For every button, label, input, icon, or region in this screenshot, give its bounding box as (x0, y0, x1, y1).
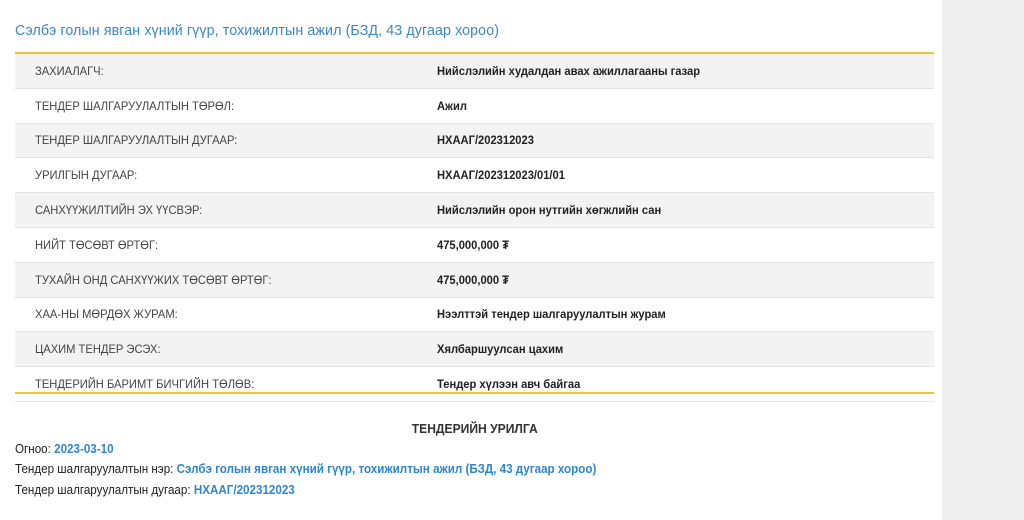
row-value-e-tender: Хялбаршуулсан цахим (437, 342, 564, 357)
table-row: ЦАХИМ ТЕНДЕР ЭСЭХ: Хялбаршуулсан цахим (15, 331, 934, 368)
table-row: САНХҮҮЖИЛТИЙН ЭХ ҮҮСВЭР: Нийслэлийн орон… (15, 192, 934, 228)
invitation-name-value[interactable]: Сэлбэ голын явган хүний гүүр, тохижилтын… (177, 462, 597, 476)
row-label-procedure: ХАА-НЫ МӨРДӨХ ЖУРАМ: (35, 307, 178, 322)
row-label-total-budget: НИЙТ ТӨСӨВТ ӨРТӨГ: (35, 237, 159, 252)
row-value-tender-number: НХААГ/202312023 (437, 133, 534, 148)
table-bottom-divider (15, 392, 934, 394)
table-row: ЗАХИАЛАГЧ: Нийслэлийн худалдан авах ажил… (15, 54, 934, 89)
invitation-date-line: Огноо: 2023-03-10 (15, 442, 114, 456)
row-label-tender-type: ТЕНДЕР ШАЛГАРУУЛАЛТЫН ТӨРӨЛ: (35, 98, 235, 113)
row-label-invitation-number: УРИЛГЫН ДУГААР: (35, 168, 138, 183)
row-value-total-budget: 475,000,000 ₮ (437, 237, 509, 252)
row-value-annual-budget: 475,000,000 ₮ (437, 272, 509, 287)
table-row: ТЕНДЕР ШАЛГАРУУЛАЛТЫН ДУГААР: НХААГ/2023… (15, 123, 934, 159)
row-label-e-tender: ЦАХИМ ТЕНДЕР ЭСЭХ: (35, 342, 161, 357)
invitation-date-value[interactable]: 2023-03-10 (54, 442, 113, 456)
row-label-funding-source: САНХҮҮЖИЛТИЙН ЭХ ҮҮСВЭР: (35, 203, 203, 218)
table-row: ТЕНДЕР ШАЛГАРУУЛАЛТЫН ТӨРӨЛ: Ажил (15, 88, 934, 124)
invitation-heading: ТЕНДЕРИЙН УРИЛГА (0, 421, 949, 436)
table-row: ТЕНДЕРИЙН БАРИМТ БИЧГИЙН ТӨЛӨВ: Тендер х… (15, 366, 934, 402)
page-title: Сэлбэ голын явган хүний гүүр, тохижилтын… (15, 22, 500, 39)
row-label-annual-budget: ТУХАЙН ОНД САНХҮҮЖИХ ТӨСӨВТ ӨРТӨГ: (35, 272, 272, 287)
right-gutter (942, 0, 1024, 520)
tender-detail-panel: Сэлбэ голын явган хүний гүүр, тохижилтын… (0, 0, 942, 520)
invitation-heading-text: ТЕНДЕРИЙН УРИЛГА (411, 421, 538, 436)
invitation-name-label: Тендер шалгаруулалтын нэр: (15, 462, 174, 476)
invitation-name-line: Тендер шалгаруулалтын нэр: Сэлбэ голын я… (15, 462, 596, 476)
row-label-document-status: ТЕНДЕРИЙН БАРИМТ БИЧГИЙН ТӨЛӨВ: (35, 377, 255, 392)
invitation-number-value[interactable]: НХААГ/202312023 (194, 483, 295, 497)
row-value-invitation-number: НХААГ/202312023/01/01 (437, 168, 565, 183)
invitation-date-label: Огноо: (15, 442, 51, 456)
invitation-number-label: Тендер шалгаруулалтын дугаар: (15, 483, 191, 497)
row-label-customer: ЗАХИАЛАГЧ: (35, 63, 104, 78)
table-row: ХАА-НЫ МӨРДӨХ ЖУРАМ: Нээлттэй тендер шал… (15, 297, 934, 333)
row-label-tender-number: ТЕНДЕР ШАЛГАРУУЛАЛТЫН ДУГААР: (35, 133, 238, 148)
tender-details-table: ЗАХИАЛАГЧ: Нийслэлийн худалдан авах ажил… (15, 54, 934, 402)
row-value-procedure: Нээлттэй тендер шалгаруулалтын журам (437, 307, 666, 322)
table-row: НИЙТ ТӨСӨВТ ӨРТӨГ: 475,000,000 ₮ (15, 227, 934, 263)
row-value-funding-source: Нийслэлийн орон нутгийн хөгжлийн сан (437, 203, 662, 218)
invitation-number-line: Тендер шалгаруулалтын дугаар: НХААГ/2023… (15, 483, 295, 497)
row-value-customer: Нийслэлийн худалдан авах ажиллагааны газ… (437, 63, 701, 78)
table-row: УРИЛГЫН ДУГААР: НХААГ/202312023/01/01 (15, 157, 934, 194)
table-row: ТУХАЙН ОНД САНХҮҮЖИХ ТӨСӨВТ ӨРТӨГ: 475,0… (15, 262, 934, 298)
row-value-document-status: Тендер хүлээн авч байгаа (437, 377, 581, 392)
row-value-tender-type: Ажил (437, 98, 467, 113)
